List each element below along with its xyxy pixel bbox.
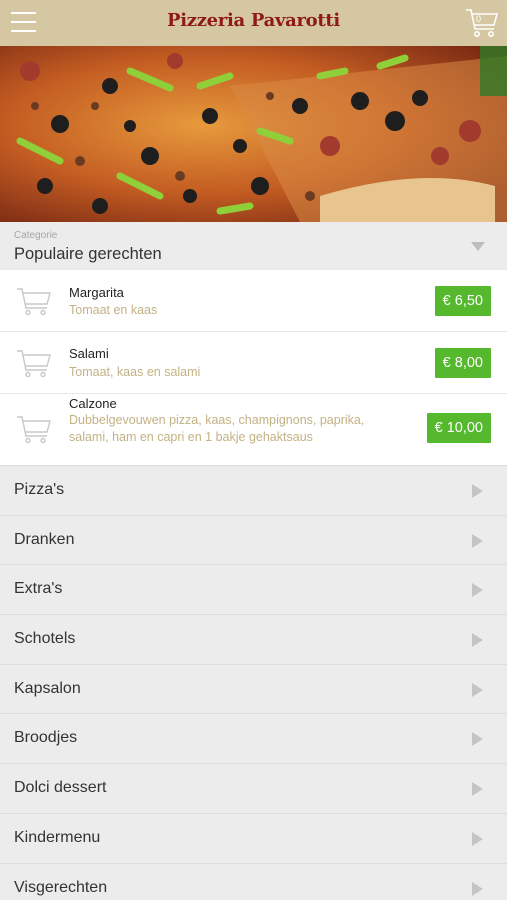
category-item-label: Schotels bbox=[14, 630, 76, 648]
cart-icon[interactable]: 0 bbox=[465, 7, 499, 39]
chevron-right-icon bbox=[472, 533, 483, 548]
category-item-kindermenu[interactable]: Kindermenu bbox=[0, 812, 507, 863]
category-item-label: Kindermenu bbox=[14, 828, 101, 846]
cart-count-badge: 0 bbox=[476, 14, 482, 24]
price-button[interactable]: € 10,00 bbox=[426, 413, 491, 443]
dish-description: Tomaat en kaas bbox=[69, 303, 158, 317]
dish-description: Dubbelgevouwen pizza, kaas, champignons,… bbox=[69, 413, 365, 444]
category-item-dolci-dessert[interactable]: Dolci dessert bbox=[0, 763, 507, 813]
dish-name: Margarita bbox=[69, 285, 124, 300]
category-item-label: Visgerechten bbox=[14, 878, 108, 896]
dish-item: Calzone Dubbelgevouwen pizza, kaas, cham… bbox=[0, 394, 507, 465]
category-item-schotels[interactable]: Schotels bbox=[0, 614, 507, 664]
category-label: Categorie bbox=[14, 230, 58, 241]
category-item-label: Dranken bbox=[14, 530, 75, 548]
dish-item: Salami Tomaat, kaas en salami € 8,00 bbox=[0, 332, 507, 394]
price-button[interactable]: € 8,00 bbox=[434, 348, 491, 378]
category-item-label: Broodjes bbox=[14, 729, 78, 747]
chevron-right-icon bbox=[472, 633, 483, 648]
dish-item: Margarita Tomaat en kaas € 6,50 bbox=[0, 270, 507, 332]
chevron-right-icon bbox=[472, 782, 483, 797]
category-item-kapsalon[interactable]: Kapsalon bbox=[0, 663, 507, 714]
category-item-label: Pizza's bbox=[14, 481, 65, 498]
dish-description: Tomaat, kaas en salami bbox=[69, 365, 201, 379]
add-to-cart-icon[interactable] bbox=[16, 347, 52, 379]
price-button[interactable]: € 6,50 bbox=[434, 286, 491, 316]
category-item-label: Kapsalon bbox=[14, 679, 81, 697]
hero-pizza-image bbox=[0, 46, 507, 222]
dish-name: Salami bbox=[69, 346, 109, 361]
brand-logo: Pizzeria Pavarotti bbox=[167, 10, 340, 31]
category-item-dranken[interactable]: Dranken bbox=[0, 514, 507, 565]
category-item-visgerechten[interactable]: Visgerechten bbox=[0, 862, 507, 900]
chevron-right-icon bbox=[472, 732, 483, 747]
chevron-right-icon bbox=[472, 682, 483, 697]
category-item-broodjes[interactable]: Broodjes bbox=[0, 713, 507, 764]
category-list: Pizza's Dranken Extra's Schotels Kapsalo… bbox=[0, 465, 507, 900]
category-selected-value: Populaire gerechten bbox=[14, 245, 162, 263]
category-item-extras[interactable]: Extra's bbox=[0, 564, 507, 615]
dish-name: Calzone bbox=[69, 396, 117, 411]
chevron-right-icon bbox=[472, 831, 483, 846]
category-item-pizzas[interactable]: Pizza's bbox=[0, 465, 507, 515]
category-item-label: Dolci dessert bbox=[14, 779, 107, 797]
popular-dishes-list: Margarita Tomaat en kaas € 6,50 Salami T… bbox=[0, 270, 507, 465]
dropdown-arrow-icon bbox=[471, 242, 485, 251]
category-item-label: Extra's bbox=[14, 580, 63, 598]
chevron-right-icon bbox=[472, 484, 483, 498]
chevron-right-icon bbox=[472, 583, 483, 598]
chevron-right-icon bbox=[472, 881, 483, 896]
add-to-cart-icon[interactable] bbox=[16, 285, 52, 317]
add-to-cart-icon[interactable] bbox=[16, 413, 52, 445]
category-dropdown[interactable]: Categorie Populaire gerechten bbox=[0, 222, 507, 270]
top-bar: Pizzeria Pavarotti 0 bbox=[0, 0, 507, 46]
